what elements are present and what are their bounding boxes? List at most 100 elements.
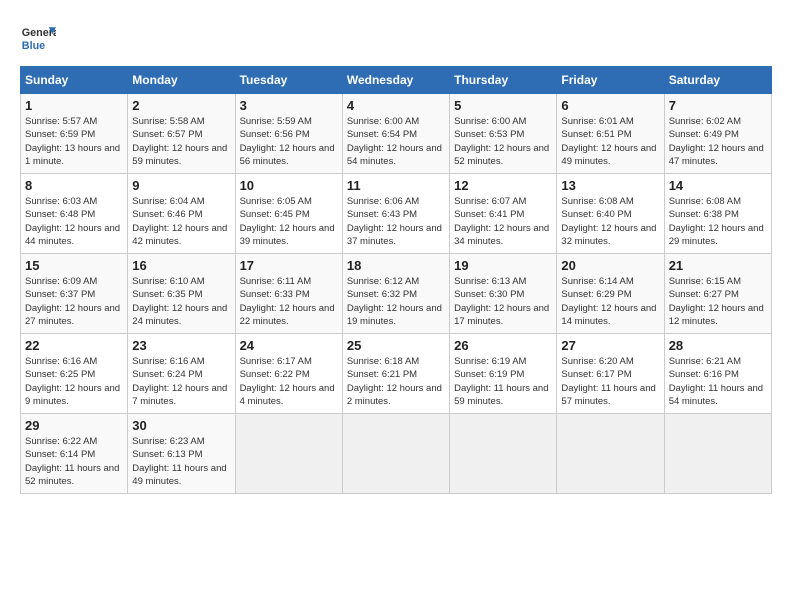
weekday-header-friday: Friday bbox=[557, 67, 664, 94]
day-number: 12 bbox=[454, 178, 552, 193]
day-info: Sunrise: 6:22 AM Sunset: 6:14 PM Dayligh… bbox=[25, 435, 123, 488]
day-info: Sunrise: 6:06 AM Sunset: 6:43 PM Dayligh… bbox=[347, 195, 445, 248]
calendar-cell: 14 Sunrise: 6:08 AM Sunset: 6:38 PM Dayli… bbox=[664, 174, 771, 254]
day-number: 30 bbox=[132, 418, 230, 433]
calendar-cell: 25 Sunrise: 6:18 AM Sunset: 6:21 PM Dayli… bbox=[342, 334, 449, 414]
day-info: Sunrise: 6:12 AM Sunset: 6:32 PM Dayligh… bbox=[347, 275, 445, 328]
logo: General Blue bbox=[20, 20, 56, 56]
calendar-cell: 20 Sunrise: 6:14 AM Sunset: 6:29 PM Dayli… bbox=[557, 254, 664, 334]
day-number: 18 bbox=[347, 258, 445, 273]
day-number: 16 bbox=[132, 258, 230, 273]
weekday-header-saturday: Saturday bbox=[664, 67, 771, 94]
day-info: Sunrise: 6:16 AM Sunset: 6:25 PM Dayligh… bbox=[25, 355, 123, 408]
day-info: Sunrise: 6:16 AM Sunset: 6:24 PM Dayligh… bbox=[132, 355, 230, 408]
calendar-table: SundayMondayTuesdayWednesdayThursdayFrid… bbox=[20, 66, 772, 494]
day-number: 3 bbox=[240, 98, 338, 113]
day-number: 1 bbox=[25, 98, 123, 113]
calendar-cell: 7 Sunrise: 6:02 AM Sunset: 6:49 PM Daylig… bbox=[664, 94, 771, 174]
svg-text:Blue: Blue bbox=[22, 40, 45, 52]
day-number: 29 bbox=[25, 418, 123, 433]
day-number: 10 bbox=[240, 178, 338, 193]
day-info: Sunrise: 6:08 AM Sunset: 6:40 PM Dayligh… bbox=[561, 195, 659, 248]
day-number: 17 bbox=[240, 258, 338, 273]
calendar-cell bbox=[664, 414, 771, 494]
day-info: Sunrise: 5:57 AM Sunset: 6:59 PM Dayligh… bbox=[25, 115, 123, 168]
weekday-header-monday: Monday bbox=[128, 67, 235, 94]
page-header: General Blue bbox=[20, 20, 772, 56]
calendar-cell bbox=[342, 414, 449, 494]
calendar-cell: 21 Sunrise: 6:15 AM Sunset: 6:27 PM Dayli… bbox=[664, 254, 771, 334]
day-info: Sunrise: 6:02 AM Sunset: 6:49 PM Dayligh… bbox=[669, 115, 767, 168]
calendar-cell: 12Sunrise: 6:07 AM Sunset: 6:41 PM Dayli… bbox=[450, 174, 557, 254]
calendar-cell: 8Sunrise: 6:03 AM Sunset: 6:48 PM Daylig… bbox=[21, 174, 128, 254]
day-info: Sunrise: 6:17 AM Sunset: 6:22 PM Dayligh… bbox=[240, 355, 338, 408]
day-info: Sunrise: 6:19 AM Sunset: 6:19 PM Dayligh… bbox=[454, 355, 552, 408]
calendar-cell: 17 Sunrise: 6:11 AM Sunset: 6:33 PM Dayli… bbox=[235, 254, 342, 334]
day-number: 7 bbox=[669, 98, 767, 113]
weekday-header-sunday: Sunday bbox=[21, 67, 128, 94]
day-info: Sunrise: 6:13 AM Sunset: 6:30 PM Dayligh… bbox=[454, 275, 552, 328]
day-info: Sunrise: 6:11 AM Sunset: 6:33 PM Dayligh… bbox=[240, 275, 338, 328]
calendar-cell: 15 Sunrise: 6:09 AM Sunset: 6:37 PM Dayli… bbox=[21, 254, 128, 334]
calendar-cell: 19Sunrise: 6:13 AM Sunset: 6:30 PM Dayli… bbox=[450, 254, 557, 334]
calendar-cell: 9 Sunrise: 6:04 AM Sunset: 6:46 PM Daylig… bbox=[128, 174, 235, 254]
day-info: Sunrise: 6:21 AM Sunset: 6:16 PM Dayligh… bbox=[669, 355, 767, 408]
calendar-cell bbox=[450, 414, 557, 494]
calendar-cell: 16 Sunrise: 6:10 AM Sunset: 6:35 PM Dayli… bbox=[128, 254, 235, 334]
calendar-cell: 29 Sunrise: 6:22 AM Sunset: 6:14 PM Dayli… bbox=[21, 414, 128, 494]
day-number: 23 bbox=[132, 338, 230, 353]
calendar-cell: 28 Sunrise: 6:21 AM Sunset: 6:16 PM Dayli… bbox=[664, 334, 771, 414]
day-number: 8 bbox=[25, 178, 123, 193]
day-number: 22 bbox=[25, 338, 123, 353]
day-info: Sunrise: 6:20 AM Sunset: 6:17 PM Dayligh… bbox=[561, 355, 659, 408]
day-info: Sunrise: 5:59 AM Sunset: 6:56 PM Dayligh… bbox=[240, 115, 338, 168]
day-number: 9 bbox=[132, 178, 230, 193]
calendar-cell: 10Sunrise: 6:05 AM Sunset: 6:45 PM Dayli… bbox=[235, 174, 342, 254]
calendar-cell: 27 Sunrise: 6:20 AM Sunset: 6:17 PM Dayli… bbox=[557, 334, 664, 414]
weekday-header-row: SundayMondayTuesdayWednesdayThursdayFrid… bbox=[21, 67, 772, 94]
day-info: Sunrise: 6:18 AM Sunset: 6:21 PM Dayligh… bbox=[347, 355, 445, 408]
day-info: Sunrise: 5:58 AM Sunset: 6:57 PM Dayligh… bbox=[132, 115, 230, 168]
day-number: 21 bbox=[669, 258, 767, 273]
day-number: 15 bbox=[25, 258, 123, 273]
day-info: Sunrise: 6:08 AM Sunset: 6:38 PM Dayligh… bbox=[669, 195, 767, 248]
day-info: Sunrise: 6:14 AM Sunset: 6:29 PM Dayligh… bbox=[561, 275, 659, 328]
day-number: 27 bbox=[561, 338, 659, 353]
calendar-cell: 18 Sunrise: 6:12 AM Sunset: 6:32 PM Dayli… bbox=[342, 254, 449, 334]
calendar-week-row: 15 Sunrise: 6:09 AM Sunset: 6:37 PM Dayli… bbox=[21, 254, 772, 334]
calendar-cell: 4 Sunrise: 6:00 AM Sunset: 6:54 PM Daylig… bbox=[342, 94, 449, 174]
calendar-cell: 23 Sunrise: 6:16 AM Sunset: 6:24 PM Dayli… bbox=[128, 334, 235, 414]
calendar-cell bbox=[235, 414, 342, 494]
calendar-cell: 22 Sunrise: 6:16 AM Sunset: 6:25 PM Dayli… bbox=[21, 334, 128, 414]
day-info: Sunrise: 6:10 AM Sunset: 6:35 PM Dayligh… bbox=[132, 275, 230, 328]
day-info: Sunrise: 6:01 AM Sunset: 6:51 PM Dayligh… bbox=[561, 115, 659, 168]
day-number: 6 bbox=[561, 98, 659, 113]
calendar-cell: 5Sunrise: 6:00 AM Sunset: 6:53 PM Daylig… bbox=[450, 94, 557, 174]
day-number: 28 bbox=[669, 338, 767, 353]
calendar-cell: 11 Sunrise: 6:06 AM Sunset: 6:43 PM Dayli… bbox=[342, 174, 449, 254]
day-info: Sunrise: 6:15 AM Sunset: 6:27 PM Dayligh… bbox=[669, 275, 767, 328]
day-number: 5 bbox=[454, 98, 552, 113]
calendar-cell: 13 Sunrise: 6:08 AM Sunset: 6:40 PM Dayli… bbox=[557, 174, 664, 254]
calendar-cell: 3 Sunrise: 5:59 AM Sunset: 6:56 PM Daylig… bbox=[235, 94, 342, 174]
calendar-week-row: 1 Sunrise: 5:57 AM Sunset: 6:59 PM Daylig… bbox=[21, 94, 772, 174]
day-number: 14 bbox=[669, 178, 767, 193]
day-number: 4 bbox=[347, 98, 445, 113]
weekday-header-tuesday: Tuesday bbox=[235, 67, 342, 94]
day-info: Sunrise: 6:09 AM Sunset: 6:37 PM Dayligh… bbox=[25, 275, 123, 328]
day-number: 26 bbox=[454, 338, 552, 353]
calendar-cell: 26 Sunrise: 6:19 AM Sunset: 6:19 PM Dayli… bbox=[450, 334, 557, 414]
day-number: 11 bbox=[347, 178, 445, 193]
calendar-week-row: 8Sunrise: 6:03 AM Sunset: 6:48 PM Daylig… bbox=[21, 174, 772, 254]
day-number: 25 bbox=[347, 338, 445, 353]
calendar-week-row: 29 Sunrise: 6:22 AM Sunset: 6:14 PM Dayli… bbox=[21, 414, 772, 494]
calendar-cell: 6 Sunrise: 6:01 AM Sunset: 6:51 PM Daylig… bbox=[557, 94, 664, 174]
calendar-cell: 1 Sunrise: 5:57 AM Sunset: 6:59 PM Daylig… bbox=[21, 94, 128, 174]
calendar-cell bbox=[557, 414, 664, 494]
day-number: 24 bbox=[240, 338, 338, 353]
day-number: 20 bbox=[561, 258, 659, 273]
day-info: Sunrise: 6:00 AM Sunset: 6:54 PM Dayligh… bbox=[347, 115, 445, 168]
weekday-header-wednesday: Wednesday bbox=[342, 67, 449, 94]
day-info: Sunrise: 6:04 AM Sunset: 6:46 PM Dayligh… bbox=[132, 195, 230, 248]
day-number: 13 bbox=[561, 178, 659, 193]
